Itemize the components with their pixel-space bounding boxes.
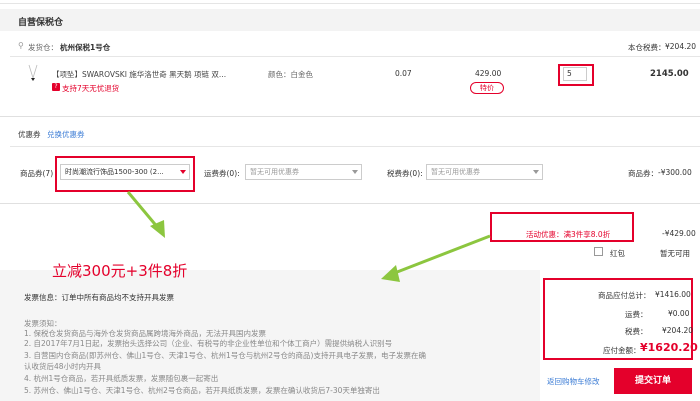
annotation-arrowhead <box>381 265 400 282</box>
annotation-arrow-line <box>126 191 161 230</box>
annotation-arrow-line <box>391 234 491 276</box>
annotation-arrows <box>126 191 491 282</box>
